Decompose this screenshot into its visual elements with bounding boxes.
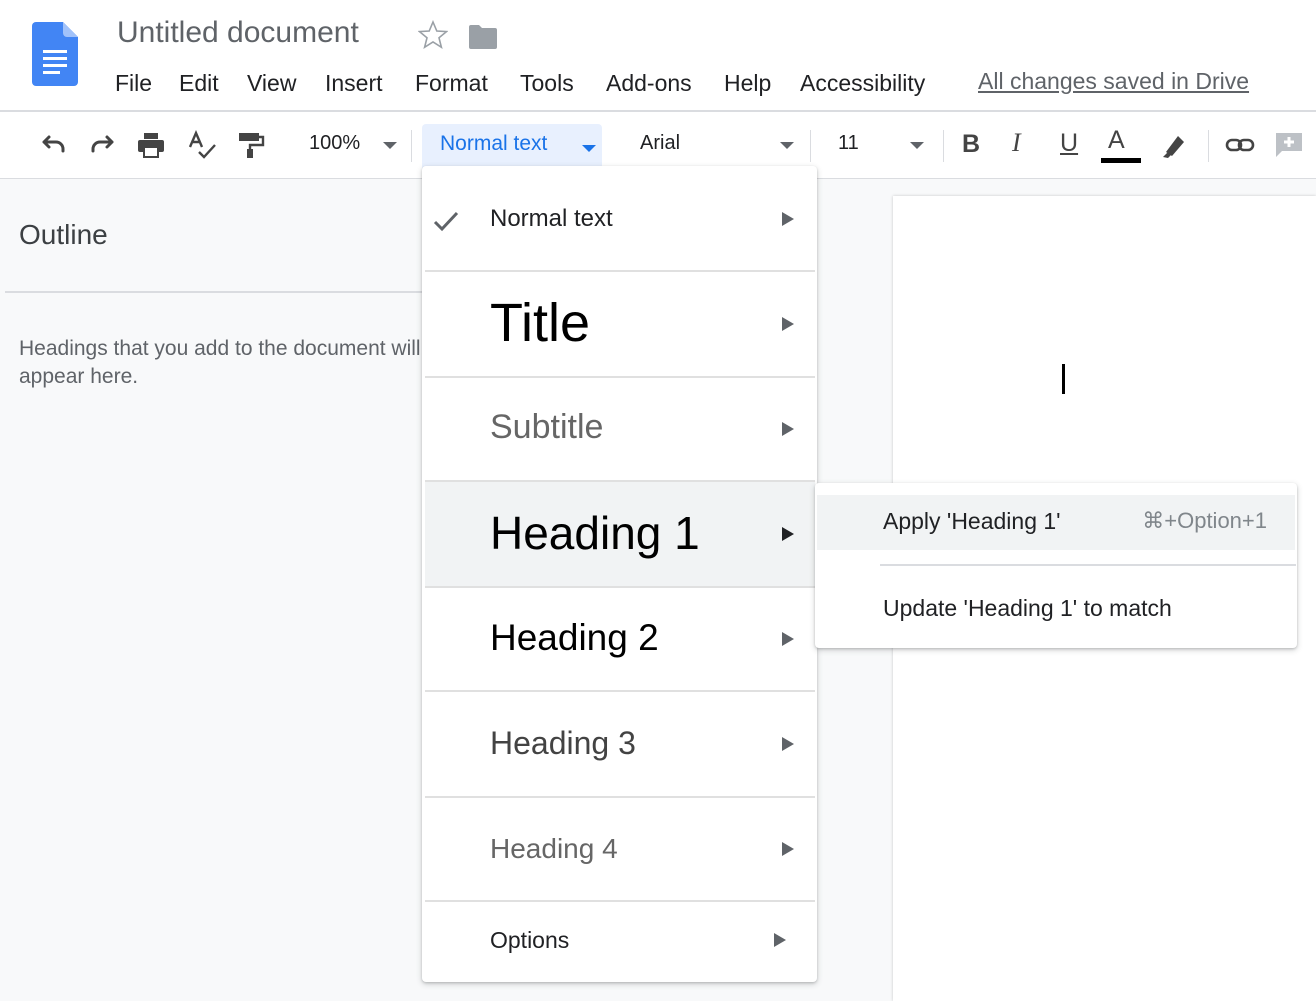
style-item-heading-3[interactable]: Heading 3: [425, 692, 815, 796]
zoom-value[interactable]: 100%: [309, 132, 360, 155]
style-item-heading-1[interactable]: Heading 1: [425, 482, 815, 586]
text-color-swatch: [1101, 158, 1141, 163]
outline-divider: [5, 291, 423, 293]
style-item-normal-text[interactable]: Normal text: [425, 168, 815, 272]
zoom-caret-icon[interactable]: [383, 142, 397, 149]
font-family-value[interactable]: Arial: [640, 132, 680, 155]
submenu-arrow-icon: [774, 933, 786, 947]
menu-format[interactable]: Format: [415, 68, 488, 98]
toolbar-separator: [810, 130, 811, 162]
apply-heading-button[interactable]: Apply 'Heading 1' ⌘+Option+1: [817, 495, 1295, 550]
style-item-label: Subtitle: [490, 408, 604, 446]
heading-1-submenu: Apply 'Heading 1' ⌘+Option+1 Update 'Hea…: [815, 483, 1297, 648]
submenu-arrow-icon: [782, 422, 794, 436]
paragraph-style-menu: Normal text Title Subtitle Heading 1 Hea…: [422, 166, 817, 982]
add-comment-icon[interactable]: [1274, 130, 1304, 160]
save-status-link[interactable]: All changes saved in Drive: [978, 66, 1249, 96]
underline-button[interactable]: U: [1060, 129, 1078, 158]
submenu-arrow-icon: [782, 527, 794, 541]
font-size-value[interactable]: 11: [838, 132, 859, 155]
text-color-button[interactable]: A: [1100, 126, 1142, 166]
style-item-label: Heading 3: [490, 725, 636, 761]
outline-hint: Headings that you add to the document wi…: [19, 337, 421, 388]
text-cursor: [1062, 364, 1065, 394]
toolbar-separator: [943, 130, 944, 162]
menu-edit[interactable]: Edit: [179, 68, 219, 98]
toolbar-separator: [1208, 130, 1209, 162]
submenu-arrow-icon: [782, 737, 794, 751]
style-item-label: Heading 1: [490, 507, 700, 559]
menu-file[interactable]: File: [115, 68, 152, 98]
undo-icon[interactable]: [38, 130, 68, 160]
submenu-arrow-icon: [782, 842, 794, 856]
app-header: Untitled document File Edit View Insert …: [0, 0, 1316, 112]
paragraph-style-select[interactable]: Normal text: [422, 124, 602, 172]
menu-tools[interactable]: Tools: [520, 68, 574, 98]
bold-button[interactable]: B: [962, 130, 980, 159]
update-heading-button[interactable]: Update 'Heading 1' to match: [817, 583, 1295, 635]
menu-accessibility[interactable]: Accessibility: [800, 68, 925, 98]
font-caret-icon[interactable]: [780, 142, 794, 149]
apply-heading-shortcut: ⌘+Option+1: [1142, 508, 1267, 533]
submenu-arrow-icon: [782, 212, 794, 226]
update-heading-label: Update 'Heading 1' to match: [883, 595, 1172, 621]
menu-divider: [425, 900, 815, 902]
menu-insert[interactable]: Insert: [325, 68, 383, 98]
folder-icon[interactable]: [468, 24, 498, 50]
style-item-options[interactable]: Options: [425, 904, 815, 974]
style-item-label: Options: [490, 927, 570, 953]
style-item-label: Heading 4: [490, 833, 618, 864]
style-item-heading-4[interactable]: Heading 4: [425, 798, 815, 902]
submenu-arrow-icon: [782, 632, 794, 646]
document-title[interactable]: Untitled document: [117, 16, 359, 50]
outline-title: Outline: [19, 219, 108, 250]
paint-format-icon[interactable]: [236, 130, 266, 160]
insert-link-icon[interactable]: [1225, 130, 1255, 160]
submenu-arrow-icon: [782, 317, 794, 331]
apply-heading-label: Apply 'Heading 1': [883, 508, 1061, 534]
style-item-label: Title: [490, 293, 591, 353]
menu-help[interactable]: Help: [724, 68, 771, 98]
star-icon[interactable]: [418, 20, 448, 50]
style-caret-icon: [582, 145, 596, 152]
spellcheck-icon[interactable]: [187, 130, 217, 160]
print-icon[interactable]: [136, 130, 166, 160]
style-item-subtitle[interactable]: Subtitle: [425, 378, 815, 482]
check-icon: [433, 211, 459, 232]
style-item-label: Normal text: [490, 205, 613, 232]
menu-addons[interactable]: Add-ons: [606, 68, 692, 98]
paragraph-style-value: Normal text: [440, 132, 548, 155]
style-item-title[interactable]: Title: [425, 272, 815, 376]
submenu-divider: [880, 564, 1296, 566]
toolbar-separator: [411, 130, 412, 162]
font-size-caret-icon[interactable]: [910, 142, 924, 149]
google-docs-logo-icon[interactable]: [32, 22, 78, 86]
redo-icon[interactable]: [88, 130, 118, 160]
style-item-heading-2[interactable]: Heading 2: [425, 588, 815, 692]
text-color-letter: A: [1108, 126, 1125, 154]
highlight-icon[interactable]: [1160, 130, 1190, 160]
italic-button[interactable]: I: [1012, 128, 1021, 158]
menu-view[interactable]: View: [247, 68, 296, 98]
style-item-label: Heading 2: [490, 617, 659, 658]
outline-panel: Outline Headings that you add to the doc…: [0, 179, 423, 1001]
